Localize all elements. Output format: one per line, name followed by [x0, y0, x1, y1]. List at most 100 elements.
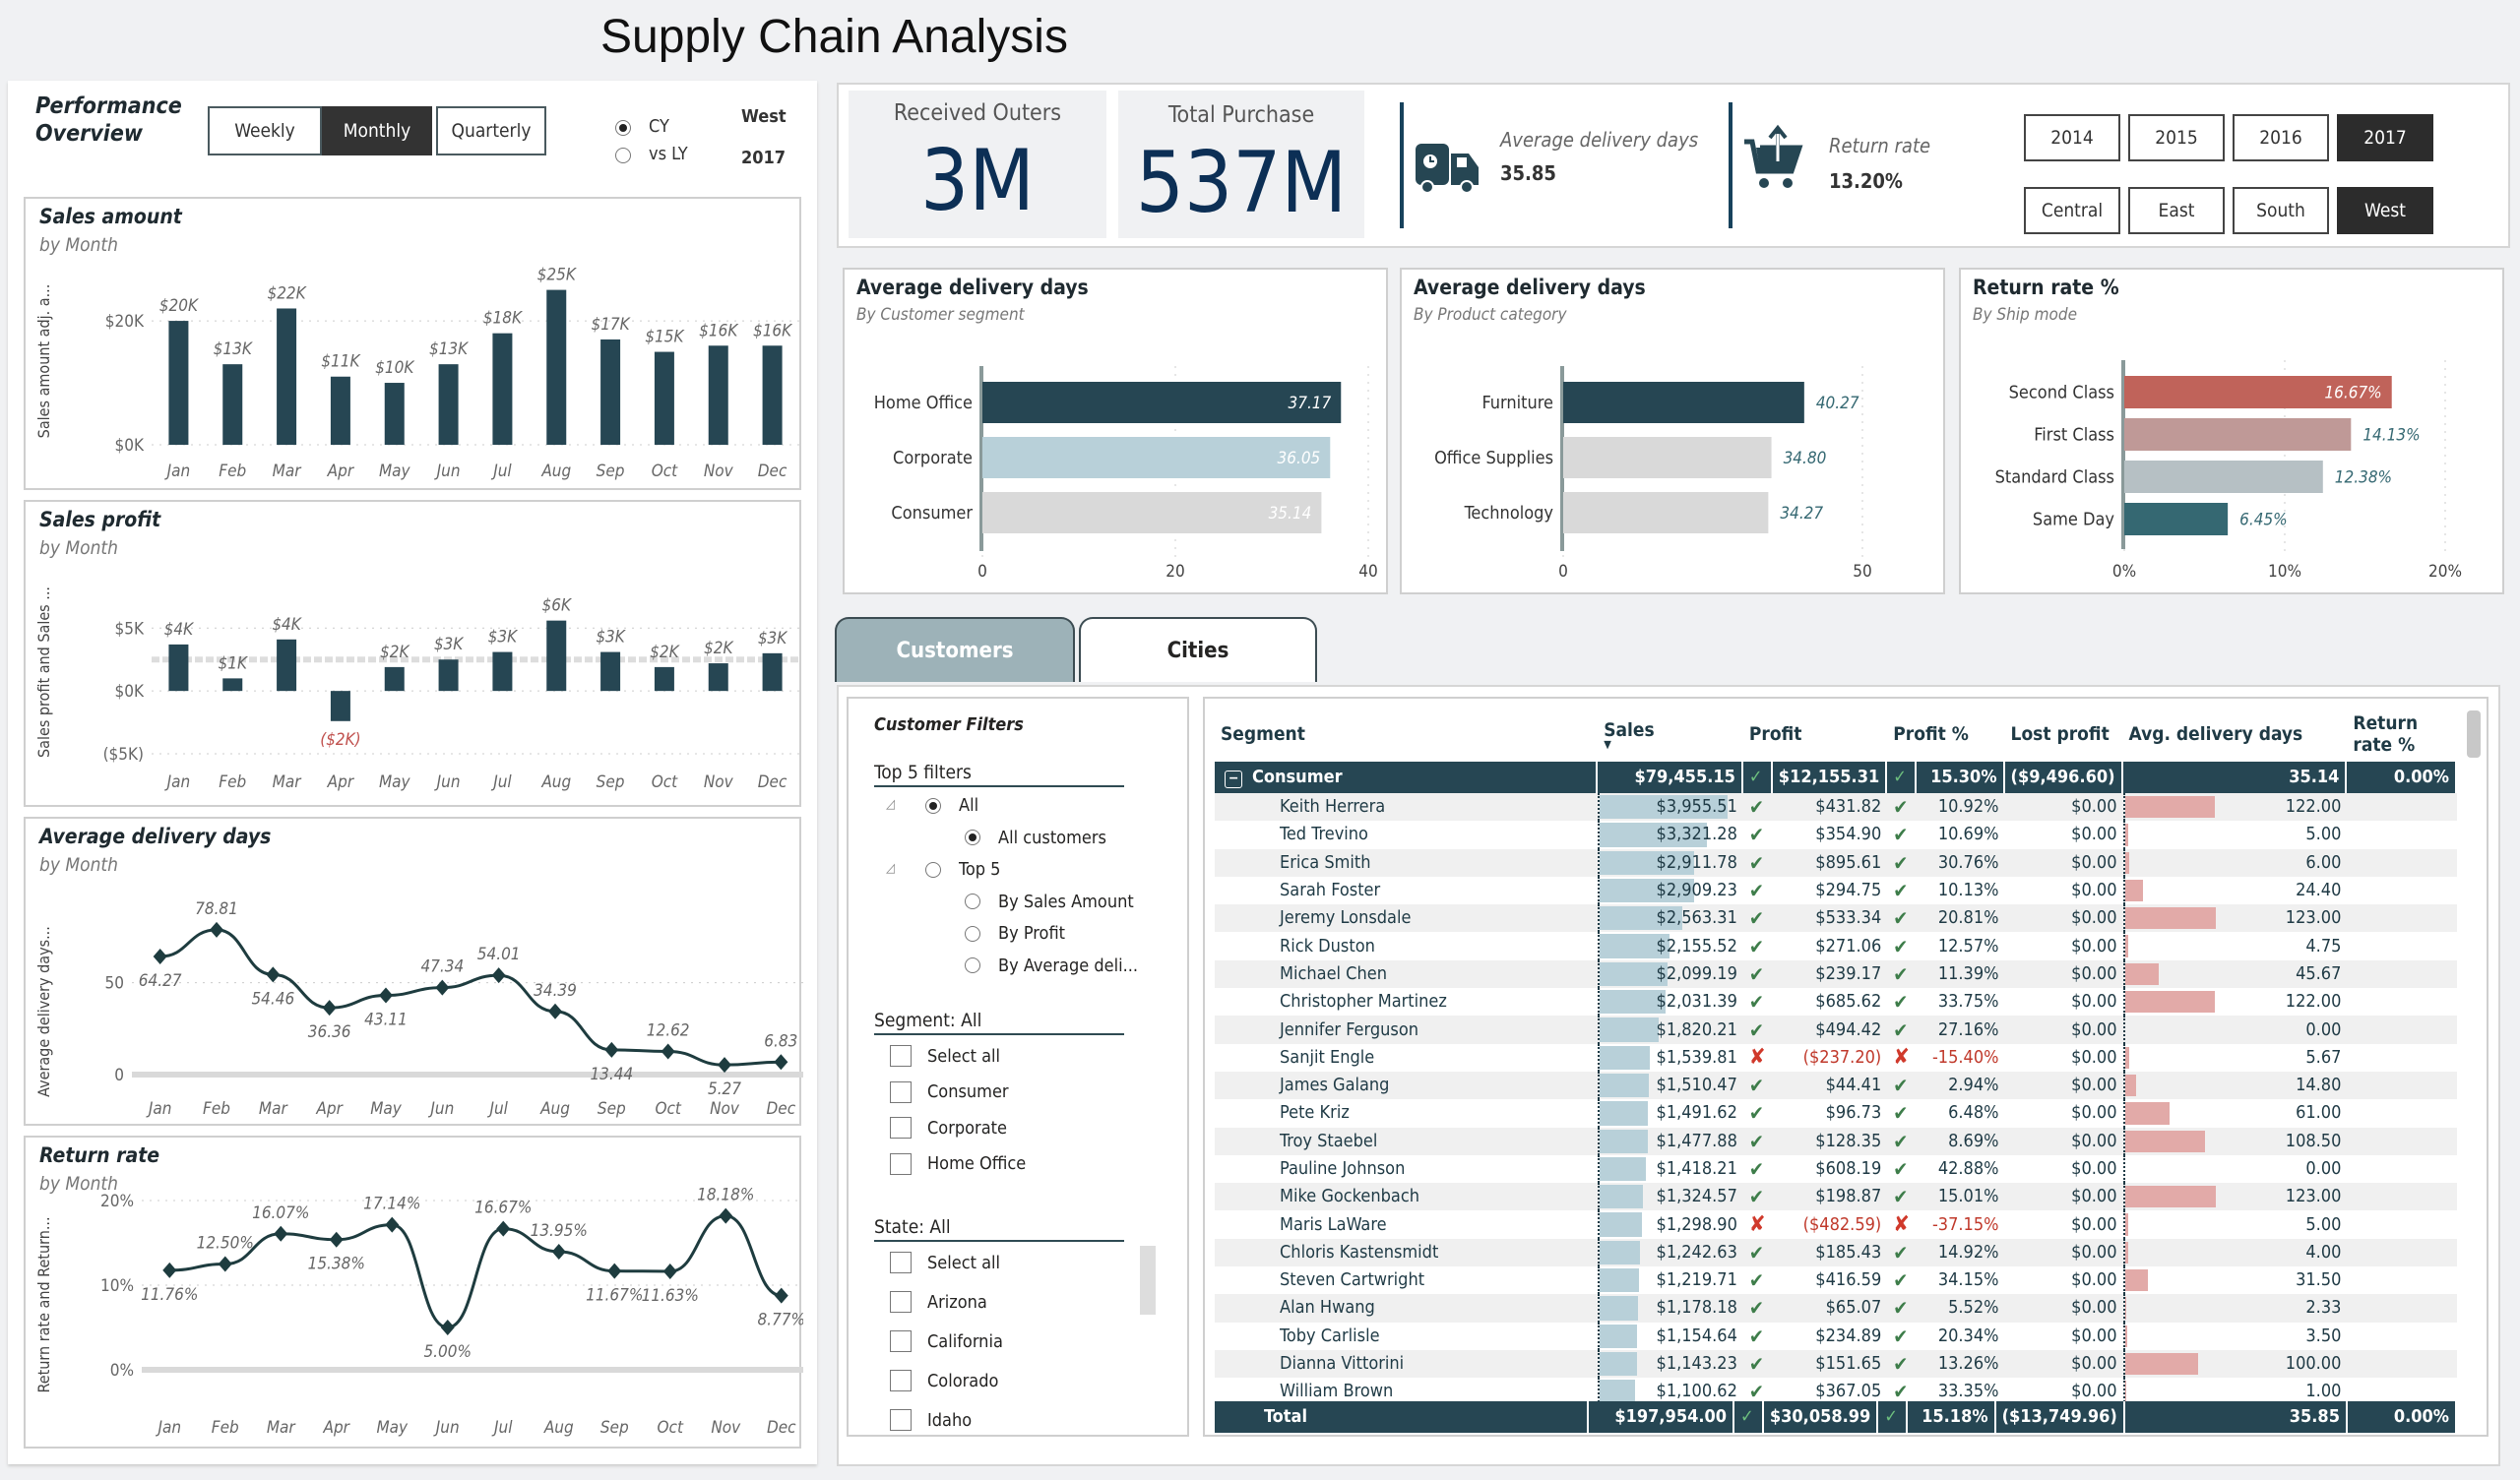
bar[interactable] — [708, 345, 728, 445]
top5-option[interactable]: ◿ Top 5 — [886, 859, 1000, 880]
year-2016-button[interactable]: 2016 — [2233, 114, 2329, 161]
data-point[interactable] — [435, 979, 450, 996]
top5-option[interactable]: By Profit — [965, 923, 1065, 944]
data-point[interactable] — [604, 1041, 619, 1058]
checkbox[interactable] — [890, 1152, 912, 1175]
bar[interactable] — [2124, 461, 2323, 493]
region-west-button[interactable]: West — [2337, 187, 2433, 234]
col-profit[interactable]: Profit — [1743, 707, 1887, 762]
bar[interactable] — [330, 376, 350, 445]
data-point[interactable] — [496, 1220, 511, 1237]
bar[interactable] — [2124, 418, 2352, 451]
state-checkbox-item[interactable]: Arizona — [890, 1291, 987, 1313]
checkbox[interactable] — [890, 1045, 912, 1067]
data-point[interactable] — [153, 949, 167, 965]
region-south-button[interactable]: South — [2233, 187, 2329, 234]
tab-customers[interactable]: Customers — [835, 617, 1075, 682]
table-row[interactable]: James Galang $1,510.47 ✔ $44.41 ✔ 2.94% $0.00 1… — [1215, 1071, 2457, 1100]
data-point[interactable] — [385, 1216, 400, 1233]
bar[interactable] — [277, 639, 297, 692]
data-point[interactable] — [218, 1256, 232, 1272]
bar[interactable] — [330, 691, 350, 721]
table-row[interactable]: Pete Kriz $1,491.62 ✔ $96.73 ✔ 6.48% $0.00 61.0… — [1215, 1099, 2457, 1128]
bar[interactable] — [2124, 503, 2229, 535]
table-row[interactable]: Chloris Kastensmidt $1,242.63 ✔ $185.43 ✔ 14.… — [1215, 1238, 2457, 1267]
data-point[interactable] — [718, 1057, 731, 1074]
bar[interactable] — [384, 666, 405, 692]
table-row[interactable]: Erica Smith $2,911.78 ✔ $895.61 ✔ 30.76% $0.00… — [1215, 848, 2457, 877]
checkbox[interactable] — [890, 1330, 912, 1352]
bar[interactable] — [654, 666, 674, 692]
data-point[interactable] — [548, 1003, 562, 1019]
top5-option[interactable]: By Average deli... — [965, 956, 1138, 976]
bar[interactable] — [277, 308, 297, 445]
radio-button[interactable] — [965, 957, 980, 973]
data-point[interactable] — [719, 1207, 733, 1224]
table-row[interactable]: Keith Herrera $3,955.51 ✔ $431.82 ✔ 10.92% $0.… — [1215, 793, 2457, 822]
checkbox[interactable] — [890, 1370, 912, 1391]
data-point[interactable] — [774, 1287, 788, 1304]
bar[interactable] — [1563, 382, 1804, 423]
cy-radio[interactable] — [615, 120, 631, 136]
data-point[interactable] — [662, 1263, 677, 1279]
table-row[interactable]: Jennifer Ferguson $1,820.21 ✔ $494.42 ✔ 27.16… — [1215, 1016, 2457, 1044]
vs-ly-radio[interactable] — [615, 148, 631, 163]
bar[interactable] — [492, 333, 513, 445]
checkbox[interactable] — [890, 1080, 912, 1103]
table-row[interactable]: Troy Staebel $1,477.88 ✔ $128.35 ✔ 8.69% $0.00… — [1215, 1127, 2457, 1155]
radio-button[interactable] — [925, 861, 941, 878]
bar[interactable] — [1563, 437, 1772, 478]
top5-option[interactable]: All customers — [965, 828, 1106, 848]
bar[interactable] — [546, 289, 567, 445]
bar[interactable] — [600, 651, 621, 692]
segment-checkbox-item[interactable]: Corporate — [890, 1117, 1007, 1139]
col-profit-pct[interactable]: Profit % — [1887, 707, 2004, 762]
collapse-icon[interactable]: − — [1225, 771, 1242, 788]
bar[interactable] — [384, 383, 405, 445]
bar[interactable] — [762, 652, 783, 692]
checkbox[interactable] — [890, 1252, 912, 1273]
col-return-rate[interactable]: Return rate % — [2347, 707, 2457, 762]
table-row[interactable]: Christopher Martinez $2,031.39 ✔ $685.62 ✔ 33… — [1215, 988, 2457, 1017]
col-lost-profit[interactable]: Lost profit — [2005, 707, 2123, 762]
bar[interactable] — [708, 663, 728, 692]
data-point[interactable] — [774, 1054, 788, 1071]
table-row[interactable]: Dianna Vittorini $1,143.23 ✔ $151.65 ✔ 13.26%… — [1215, 1349, 2457, 1379]
table-row[interactable]: Toby Carlisle $1,154.64 ✔ $234.89 ✔ 20.34% $0.… — [1215, 1322, 2457, 1350]
expand-triangle-icon[interactable]: ◿ — [886, 797, 895, 812]
state-checkbox-item[interactable]: Colorado — [890, 1370, 998, 1391]
weekly-button[interactable]: Weekly — [208, 106, 322, 155]
top5-option[interactable]: By Sales Amount — [965, 892, 1134, 912]
bar[interactable] — [438, 659, 459, 692]
data-point[interactable] — [440, 1320, 455, 1335]
region-central-button[interactable]: Central — [2024, 187, 2120, 234]
table-row[interactable]: Alan Hwang $1,178.18 ✔ $65.07 ✔ 5.52% $0.00 2.3… — [1215, 1294, 2457, 1323]
segment-checkbox-item[interactable]: Select all — [890, 1045, 1000, 1067]
tab-cities[interactable]: Cities — [1079, 617, 1317, 682]
checkbox[interactable] — [890, 1409, 912, 1431]
table-row[interactable]: Michael Chen $2,099.19 ✔ $239.17 ✔ 11.39% $0.0… — [1215, 959, 2457, 989]
table-row[interactable]: Steven Cartwright $1,219.71 ✔ $416.59 ✔ 34.15… — [1215, 1266, 2457, 1295]
table-row[interactable]: Jeremy Lonsdale $2,563.31 ✔ $533.34 ✔ 20.81% $… — [1215, 904, 2457, 933]
table-row[interactable]: Ted Trevino $3,321.28 ✔ $354.90 ✔ 10.69% $0.00… — [1215, 821, 2457, 849]
data-point[interactable] — [551, 1244, 566, 1261]
year-2014-button[interactable]: 2014 — [2024, 114, 2120, 161]
quarterly-button[interactable]: Quarterly — [436, 106, 546, 155]
checkbox[interactable] — [890, 1291, 912, 1313]
segment-row-consumer[interactable]: − Consumer $79,455.15 ✓ $12,155.31 ✓ 15.3… — [1215, 762, 2457, 793]
data-point[interactable] — [329, 1231, 344, 1248]
col-avg-delivery[interactable]: Avg. delivery days — [2123, 707, 2348, 762]
bar[interactable] — [438, 364, 459, 445]
table-row[interactable]: Sarah Foster $2,909.23 ✔ $294.75 ✔ 10.13% $0.0… — [1215, 876, 2457, 905]
bar[interactable] — [222, 678, 243, 692]
table-scrollbar[interactable] — [2467, 710, 2481, 758]
radio-button[interactable] — [965, 925, 980, 942]
bar[interactable] — [492, 651, 513, 692]
table-row[interactable]: Mike Gockenbach $1,324.57 ✔ $198.87 ✔ 15.01% $… — [1215, 1183, 2457, 1211]
year-2015-button[interactable]: 2015 — [2128, 114, 2225, 161]
monthly-button[interactable]: Monthly — [322, 106, 432, 155]
data-point[interactable] — [322, 1000, 337, 1017]
year-2017-button[interactable]: 2017 — [2337, 114, 2433, 161]
bar[interactable] — [654, 351, 674, 445]
data-point[interactable] — [210, 921, 223, 938]
